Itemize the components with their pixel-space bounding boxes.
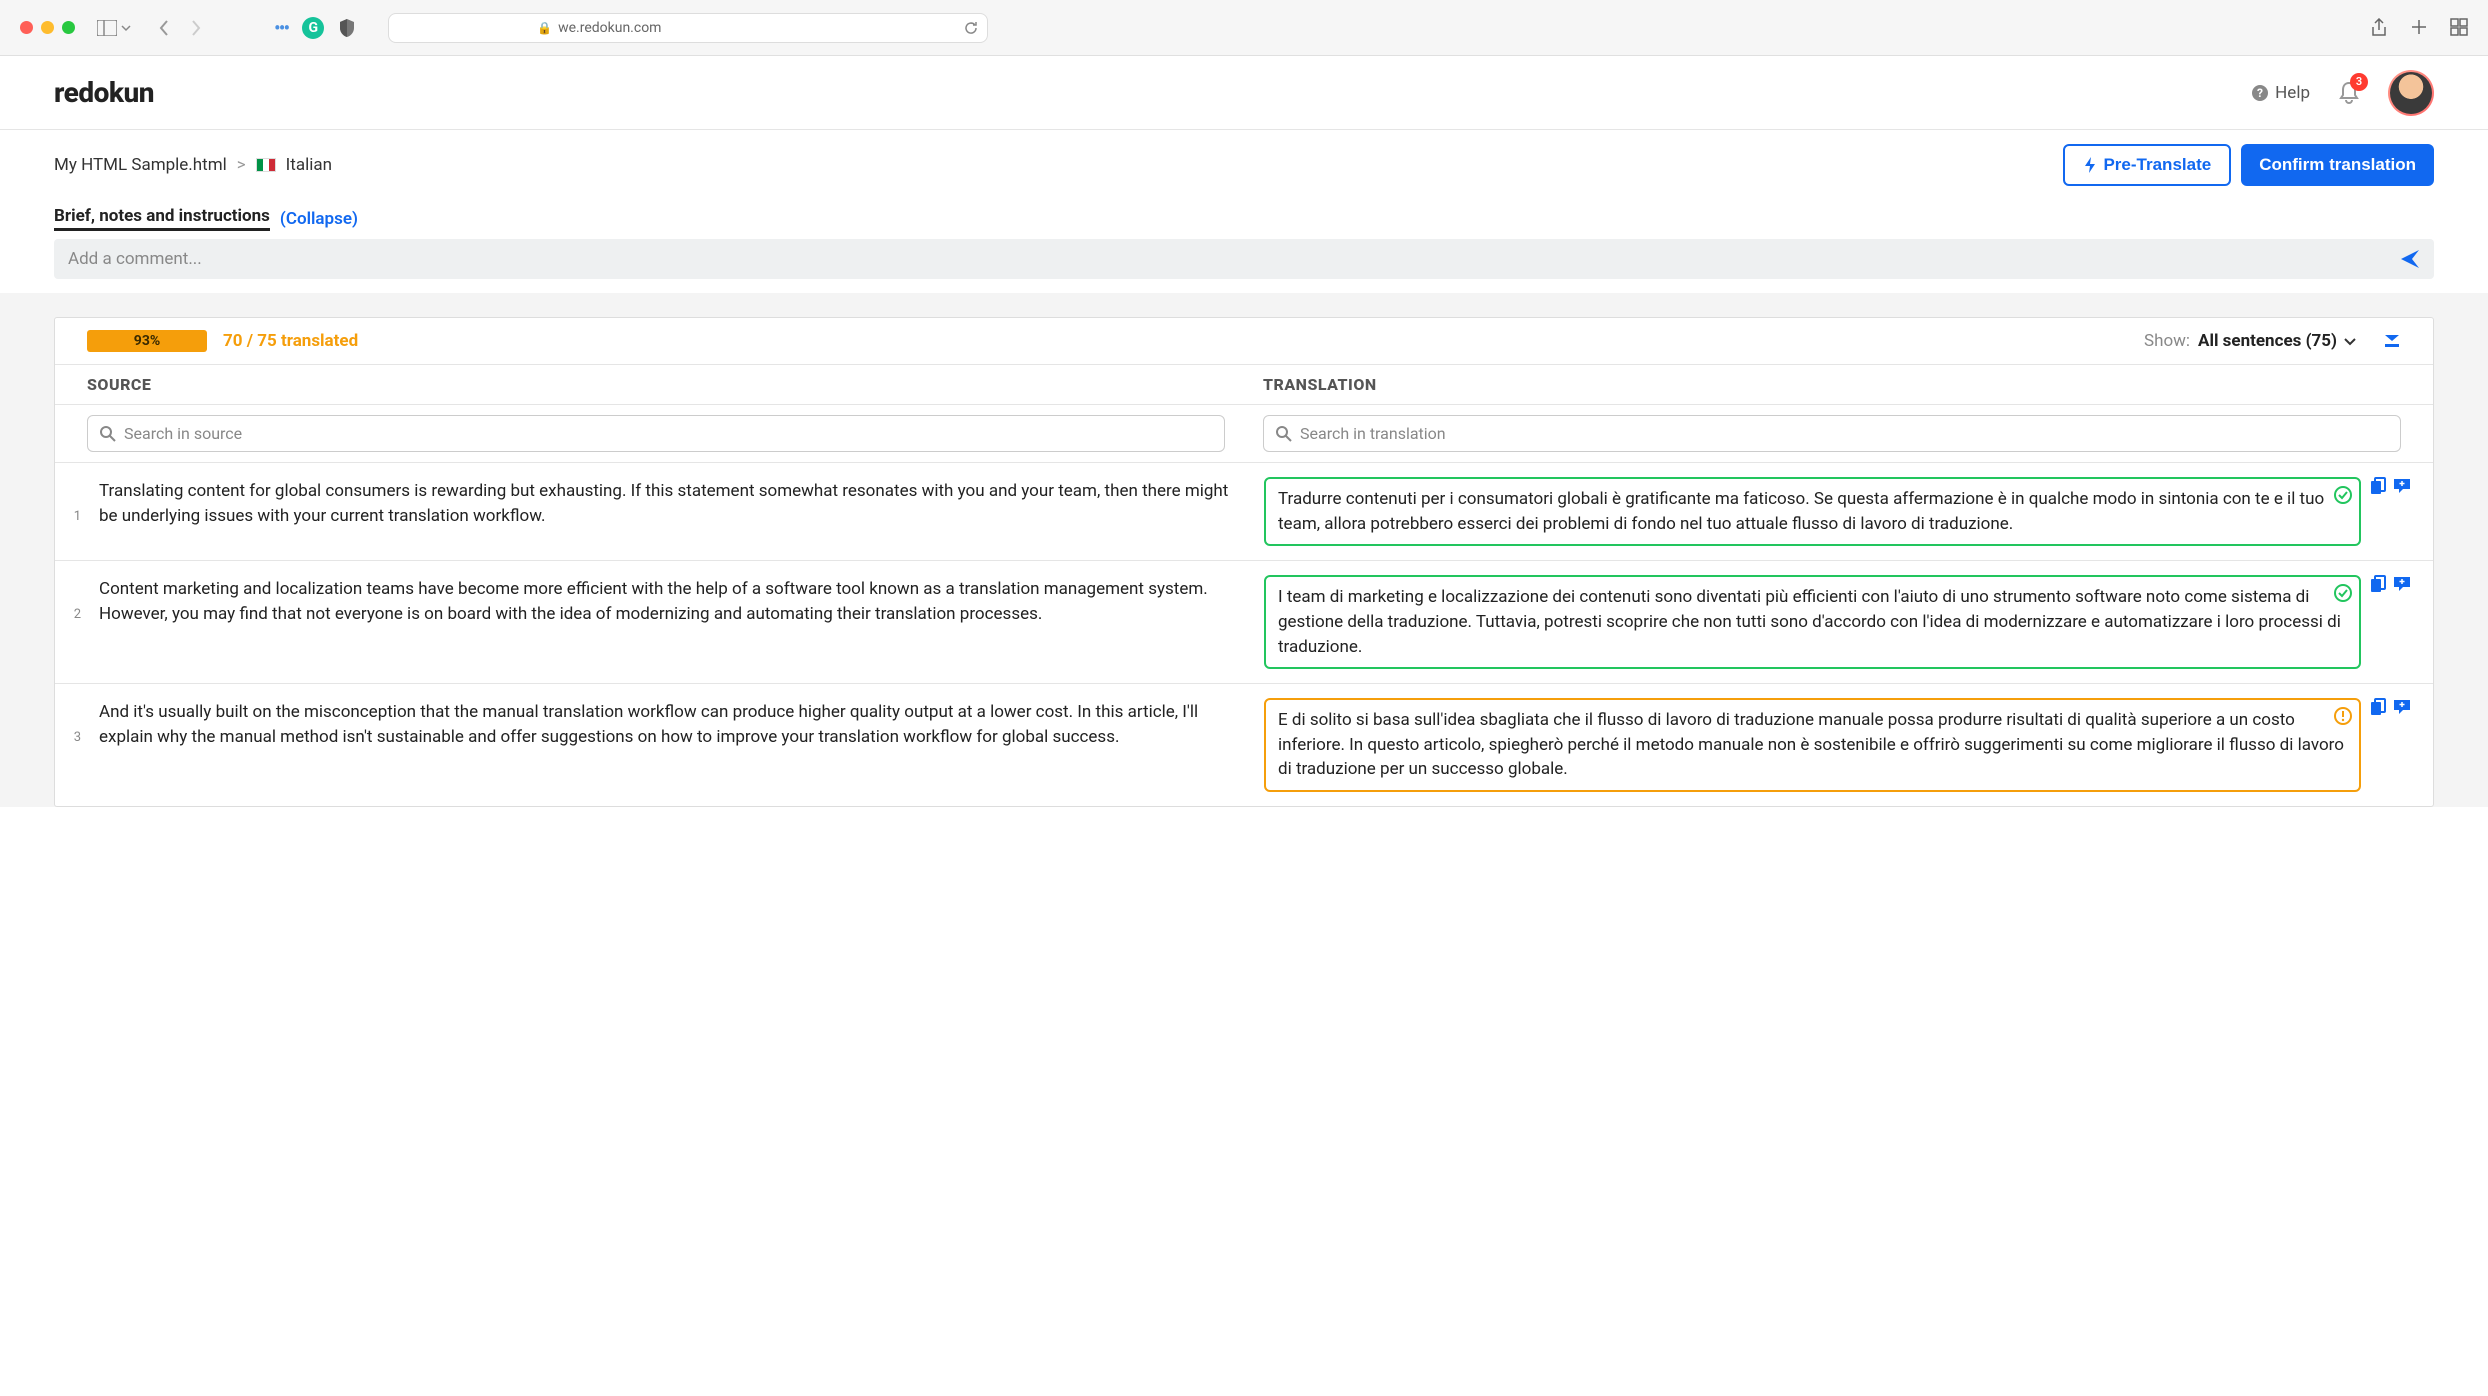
translation-column-header: TRANSLATION xyxy=(1263,375,2401,394)
segment-row: 3 And it's usually built on the misconce… xyxy=(55,683,2433,806)
brief-title: Brief, notes and instructions xyxy=(54,206,270,231)
segment-source-text: Translating content for global consumers… xyxy=(99,477,1246,528)
refresh-icon[interactable] xyxy=(963,20,979,36)
confirm-label: Confirm translation xyxy=(2259,155,2416,175)
check-icon xyxy=(2333,583,2353,603)
pretranslate-button[interactable]: Pre-Translate xyxy=(2063,144,2231,186)
segment-number: 1 xyxy=(65,477,81,524)
browser-chrome: ••• G 🔒 we.redokun.com xyxy=(0,0,2488,56)
segment-translation-text: I team di marketing e localizzazione dei… xyxy=(1278,587,2341,656)
minimize-window-icon[interactable] xyxy=(41,21,54,34)
help-icon: ? xyxy=(2251,84,2269,102)
segment-translation-input[interactable]: I team di marketing e localizzazione dei… xyxy=(1264,575,2361,669)
segment-row: 1 Translating content for global consume… xyxy=(55,462,2433,560)
show-label: Show: xyxy=(2144,331,2190,351)
search-row: Search in source Search in translation xyxy=(55,405,2433,462)
new-tab-icon[interactable] xyxy=(2410,18,2428,36)
segment-number: 3 xyxy=(65,698,81,745)
italian-flag-icon xyxy=(256,158,276,172)
breadcrumb-row: My HTML Sample.html > Italian Pre-Transl… xyxy=(0,130,2488,200)
grammarly-icon[interactable]: G xyxy=(302,17,324,39)
copy-icon[interactable] xyxy=(2369,698,2387,716)
send-icon[interactable] xyxy=(2400,249,2420,269)
tab-overview-icon[interactable] xyxy=(2450,18,2468,36)
svg-text:?: ? xyxy=(2257,86,2263,100)
bolt-icon xyxy=(2083,156,2097,174)
comment-input[interactable]: Add a comment... xyxy=(54,239,2434,279)
app-header: redokun ? Help 3 xyxy=(0,56,2488,130)
show-filter-dropdown[interactable]: All sentences (75) xyxy=(2198,331,2357,351)
back-icon[interactable] xyxy=(158,19,170,37)
notification-count: 3 xyxy=(2350,73,2368,91)
add-comment-icon[interactable] xyxy=(2393,477,2411,495)
segment-row: 2 Content marketing and localization tea… xyxy=(55,560,2433,683)
breadcrumb-file[interactable]: My HTML Sample.html xyxy=(54,155,227,175)
window-controls xyxy=(20,21,75,34)
share-icon[interactable] xyxy=(2370,18,2388,38)
progress-count: 70 / 75 translated xyxy=(223,331,358,351)
progress-row: 93% 70 / 75 translated Show: All sentenc… xyxy=(55,318,2433,364)
copy-icon[interactable] xyxy=(2369,477,2387,495)
notification-bell[interactable]: 3 xyxy=(2338,81,2360,105)
segment-translation-text: Tradurre contenuti per i consumatori glo… xyxy=(1278,489,2324,534)
table-header: SOURCE TRANSLATION xyxy=(55,364,2433,405)
segment-translation-text: E di solito si basa sull'idea sbagliata … xyxy=(1278,710,2344,779)
help-label: Help xyxy=(2275,83,2310,103)
show-filter-label: All sentences (75) xyxy=(2198,331,2337,351)
url-text: we.redokun.com xyxy=(558,20,661,36)
warning-icon xyxy=(2333,706,2353,726)
check-icon xyxy=(2333,485,2353,505)
segment-translation-input[interactable]: E di solito si basa sull'idea sbagliata … xyxy=(1264,698,2361,792)
breadcrumb: My HTML Sample.html > Italian xyxy=(54,155,332,175)
segment-source-text: And it's usually built on the misconcept… xyxy=(99,698,1246,749)
confirm-translation-button[interactable]: Confirm translation xyxy=(2241,144,2434,186)
url-bar[interactable]: 🔒 we.redokun.com xyxy=(388,13,988,43)
search-source-input[interactable]: Search in source xyxy=(87,415,1225,452)
segment-number: 2 xyxy=(65,575,81,622)
progress-bar: 93% xyxy=(87,330,207,352)
segment-translation-input[interactable]: Tradurre contenuti per i consumatori glo… xyxy=(1264,477,2361,546)
main-area: 93% 70 / 75 translated Show: All sentenc… xyxy=(0,293,2488,807)
scroll-to-end-icon[interactable] xyxy=(2383,333,2401,349)
privacy-shield-icon[interactable] xyxy=(338,18,356,38)
search-translation-input[interactable]: Search in translation xyxy=(1263,415,2401,452)
breadcrumb-language: Italian xyxy=(286,155,332,175)
help-link[interactable]: ? Help xyxy=(2251,83,2310,103)
maximize-window-icon[interactable] xyxy=(62,21,75,34)
extension-menu-icon[interactable]: ••• xyxy=(274,16,288,40)
lock-icon: 🔒 xyxy=(537,21,552,35)
segment-source-text: Content marketing and localization teams… xyxy=(99,575,1246,626)
add-comment-icon[interactable] xyxy=(2393,698,2411,716)
search-translation-placeholder: Search in translation xyxy=(1300,424,1446,443)
chevron-down-icon xyxy=(2343,336,2357,346)
add-comment-icon[interactable] xyxy=(2393,575,2411,593)
brief-section-header: Brief, notes and instructions (Collapse) xyxy=(0,200,2488,239)
sidebar-toggle-icon[interactable] xyxy=(97,20,131,36)
search-icon xyxy=(1276,426,1292,442)
collapse-link[interactable]: (Collapse) xyxy=(280,209,358,229)
search-source-placeholder: Search in source xyxy=(124,424,242,443)
pretranslate-label: Pre-Translate xyxy=(2103,155,2211,175)
chevron-down-icon xyxy=(121,24,131,32)
copy-icon[interactable] xyxy=(2369,575,2387,593)
close-window-icon[interactable] xyxy=(20,21,33,34)
progress-percent: 93% xyxy=(134,333,160,349)
logo[interactable]: redokun xyxy=(54,76,154,109)
comment-placeholder: Add a comment... xyxy=(68,249,202,269)
source-column-header: SOURCE xyxy=(87,375,1225,394)
search-icon xyxy=(100,426,116,442)
translation-panel: 93% 70 / 75 translated Show: All sentenc… xyxy=(54,317,2434,807)
forward-icon[interactable] xyxy=(190,19,202,37)
breadcrumb-separator: > xyxy=(237,155,246,175)
avatar[interactable] xyxy=(2388,70,2434,116)
